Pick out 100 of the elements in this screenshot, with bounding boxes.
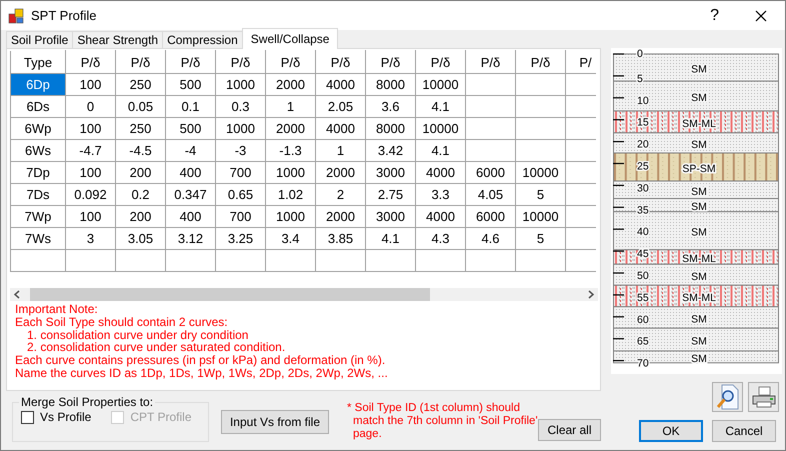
depth-tick: 70 [613, 358, 649, 370]
dialog-button[interactable]: Clear all [538, 419, 601, 441]
tab[interactable]: Swell/Collapse [242, 28, 338, 49]
table-cell: 100 [66, 162, 116, 184]
depth-tick: 15 [613, 116, 649, 129]
tab[interactable]: Shear Strength [72, 31, 164, 48]
table-cell: 3.05 [116, 228, 166, 250]
type-cell[interactable]: 6Dp [10, 74, 66, 96]
table-cell: 3.42 [366, 140, 416, 162]
table-cell: 100 [66, 118, 116, 140]
checkbox[interactable] [21, 410, 34, 424]
note-line: Each Soil Type should contain 2 curves: [15, 316, 229, 329]
table-cell: 10000 [416, 74, 466, 96]
type-cell[interactable]: 7Wp [10, 206, 66, 228]
table-cell: 1000 [216, 74, 266, 96]
depth-tick: 10 [613, 94, 649, 107]
table-cell: 400 [166, 162, 216, 184]
depth-tick: 25 [613, 160, 649, 172]
table-cell: 0.05 [116, 96, 166, 118]
layer-label: SM [691, 336, 707, 348]
app-icon [8, 8, 24, 24]
type-cell[interactable]: 6Wp [10, 118, 66, 140]
type-cell[interactable]: 6Ds [10, 96, 66, 118]
table-cell: -4 [166, 140, 216, 162]
column-header: P/δ [466, 50, 516, 74]
type-cell[interactable]: 6Ws [10, 140, 66, 162]
depth-tick: 40 [613, 226, 649, 238]
type-cell[interactable]: 7Dp [10, 162, 66, 184]
table-cell: 5 [516, 184, 566, 206]
layer-label: SP-SM [682, 163, 716, 175]
table-cell: 200 [116, 206, 166, 228]
layer-label: SM [691, 186, 707, 198]
table-cell: 0.65 [216, 184, 266, 206]
type-cell[interactable]: 7Ws [10, 228, 66, 250]
table-cell: 3.85 [316, 228, 366, 250]
depth-tick: 0 [613, 48, 643, 60]
tab[interactable]: Soil Profile [6, 31, 74, 48]
table-cell: 2000 [316, 206, 366, 228]
tab[interactable]: Compression [162, 31, 243, 48]
table-cell: 1 [316, 140, 366, 162]
table-cell: 4000 [416, 206, 466, 228]
column-header: P/δ [516, 50, 566, 74]
table-cell: 3.25 [216, 228, 266, 250]
table-cell: 6000 [466, 162, 516, 184]
horizontal-scrollbar[interactable] [10, 288, 598, 301]
depth-tick: 50 [613, 270, 649, 282]
layer-label: SM [691, 64, 707, 76]
type-cell[interactable]: 7Ds [10, 184, 66, 206]
table-cell: 6000 [466, 206, 516, 228]
help-button[interactable]: ? [710, 6, 719, 24]
close-icon[interactable] [755, 10, 767, 22]
group-title: Merge Soil Properties to: [20, 395, 154, 409]
table-cell: 500 [166, 74, 216, 96]
table-cell: -4.7 [66, 140, 116, 162]
table-cell: 700 [216, 206, 266, 228]
table-cell: 10000 [516, 162, 566, 184]
table-cell: 4.6 [466, 228, 516, 250]
scroll-left-icon[interactable] [13, 290, 21, 299]
print-preview-button[interactable] [712, 382, 743, 412]
input-file-button[interactable]: Input Vs from file [221, 410, 329, 434]
table-cell: 3 [66, 228, 116, 250]
note-line: Name the curves ID as 1Dp, 1Ds, 1Wp, 1Ws, 2Dp, 2Ds, 2Wp, 2Ws, ... [15, 366, 389, 380]
table-cell: 3.12 [166, 228, 216, 250]
table-cell: 0.3 [216, 96, 266, 118]
depth-tick: 65 [613, 336, 649, 348]
depth-tick: 60 [613, 314, 649, 326]
checkbox-label: CPT Profile [130, 410, 192, 424]
scrollbar-thumb[interactable] [30, 288, 430, 301]
print-button[interactable] [748, 382, 779, 412]
depth-tick: 30 [613, 182, 649, 194]
table-cell: 4.1 [416, 96, 466, 118]
table-cell: 0.1 [166, 96, 216, 118]
table-cell: 2000 [316, 162, 366, 184]
dialog-button[interactable]: Cancel [712, 420, 776, 442]
column-header: P/δ [366, 50, 416, 74]
depth-tick: 20 [613, 138, 649, 151]
column-header: P/ [566, 50, 596, 74]
layer-label: SM-ML [682, 292, 716, 304]
layer-label: SM [691, 138, 707, 151]
layer-label: SM [691, 270, 707, 283]
table-cell: 0.347 [166, 184, 216, 206]
column-header: P/δ [116, 50, 166, 74]
table-cell: 3000 [366, 206, 416, 228]
magnifier-page-icon [716, 384, 740, 410]
dialog-button[interactable]: OK [639, 420, 703, 442]
table-cell: 200 [116, 162, 166, 184]
layer-label: SM [691, 226, 707, 239]
table-cell: 1.02 [266, 184, 316, 206]
table-cell: 10000 [416, 118, 466, 140]
column-header: P/δ [316, 50, 366, 74]
layer-label: SM [691, 313, 707, 326]
depth-tick: 35 [613, 204, 649, 216]
table-cell: 250 [116, 74, 166, 96]
table-cell: 3.6 [366, 96, 416, 118]
column-header: P/δ [216, 50, 266, 74]
checkbox-label: Vs Profile [40, 410, 92, 424]
scroll-right-icon[interactable] [587, 290, 595, 299]
printer-icon [750, 385, 776, 409]
table-cell: 1000 [266, 162, 316, 184]
layer-label: SM-ML [682, 253, 716, 266]
